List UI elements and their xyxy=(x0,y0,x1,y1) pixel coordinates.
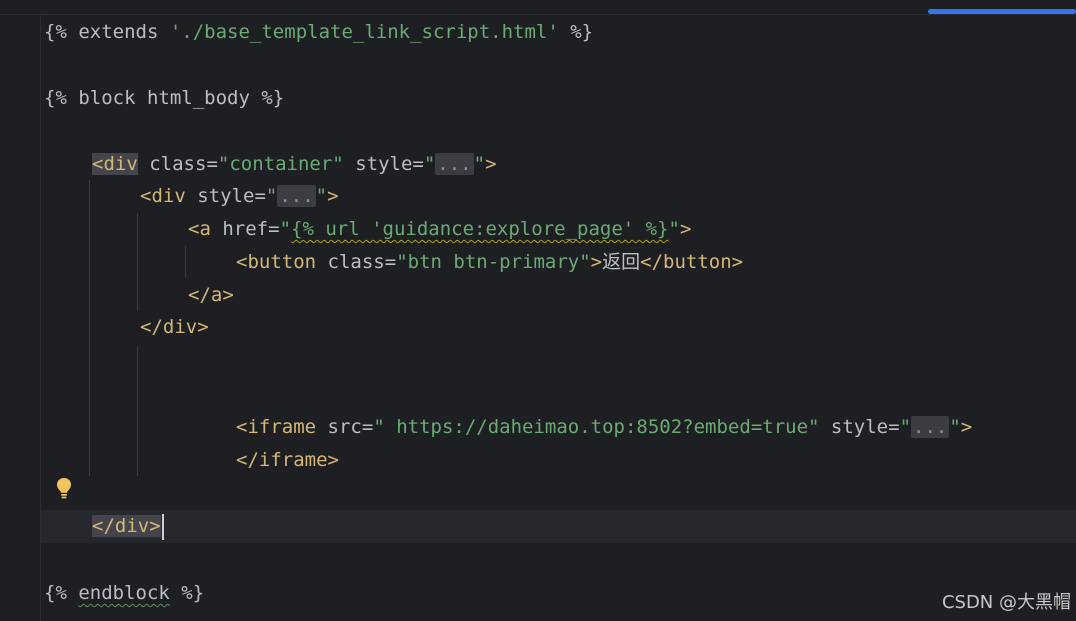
lightbulb-icon[interactable] xyxy=(55,476,73,502)
equals: = xyxy=(254,185,266,207)
attr-name: style xyxy=(830,416,889,438)
attr-name: style xyxy=(197,185,255,207)
current-line-highlight xyxy=(41,510,1076,543)
template-url-expression: {% url 'guidance:explore_page' %} xyxy=(291,218,669,240)
watermark: CSDN @大黑帽 xyxy=(941,592,1071,613)
template-tag-open: {% xyxy=(44,582,79,604)
tag-bracket: < xyxy=(140,185,152,207)
tag-bracket: < xyxy=(92,153,104,175)
attr-name: src xyxy=(327,416,362,438)
folded-region[interactable]: ... xyxy=(911,416,950,438)
tag-bracket: < xyxy=(188,218,200,240)
attr-name: class xyxy=(149,153,207,175)
attr-value: "container" xyxy=(217,153,344,175)
tag-name: div xyxy=(103,153,138,175)
code-line-10[interactable]: </div> xyxy=(140,311,209,344)
code-line-8[interactable]: <button class="btn btn-primary">返回</butt… xyxy=(236,246,743,279)
tag-bracket: < xyxy=(236,251,248,273)
indent-guide xyxy=(137,213,138,311)
tag-close: </div> xyxy=(140,316,209,338)
quote: " xyxy=(265,185,278,207)
indent-guide xyxy=(89,180,90,476)
quote: " xyxy=(899,416,912,438)
tag-bracket: > xyxy=(960,416,973,438)
tag-bracket: > xyxy=(485,153,497,175)
template-tag-open: {% xyxy=(44,21,79,43)
equals: = xyxy=(361,416,374,438)
tag-name: div xyxy=(151,185,186,207)
indent-guide xyxy=(185,246,186,278)
code-line-14[interactable]: </iframe> xyxy=(236,444,339,477)
template-tag-close: %} xyxy=(558,21,594,43)
tag-name: a xyxy=(199,218,211,240)
equals: = xyxy=(384,251,397,273)
template-tag-close: %} xyxy=(169,582,205,604)
code-line-13[interactable]: <iframe src=" https://daheimao.top:8502?… xyxy=(236,411,972,444)
attr-value: "btn btn-primary" xyxy=(396,251,591,273)
quote: " xyxy=(668,218,680,240)
button-text: 返回 xyxy=(602,251,641,273)
tag-bracket: > xyxy=(679,218,692,240)
quote: " xyxy=(423,153,436,175)
tag-bracket: > xyxy=(590,251,603,273)
quote: " xyxy=(279,218,292,240)
tag-open: <div xyxy=(92,153,138,175)
template-keyword: extends xyxy=(78,21,159,43)
equals: = xyxy=(412,153,424,175)
tag-name: iframe xyxy=(247,416,317,438)
code-line-6[interactable]: <div style="... "> xyxy=(140,180,339,213)
tag-name: button xyxy=(247,251,317,273)
template-block: {% block html_body %} xyxy=(44,87,285,109)
tag-close: </a> xyxy=(188,284,234,306)
equals: = xyxy=(206,153,218,175)
indent-guide xyxy=(137,346,138,476)
quote: " xyxy=(473,153,486,175)
code-line-18[interactable]: {% endblock %} xyxy=(44,577,204,610)
equals: = xyxy=(888,416,900,438)
template-string: './base_template_link_script.html' xyxy=(169,21,559,43)
editor-top-border xyxy=(0,14,1076,15)
tag-close: </button> xyxy=(640,251,744,273)
horizontal-scroll-indicator[interactable] xyxy=(928,9,1076,14)
code-line-7[interactable]: <a href="{% url 'guidance:explore_page' … xyxy=(188,213,691,246)
attr-value: " https://daheimao.top:8502?embed=true" xyxy=(373,416,820,438)
text-caret xyxy=(161,513,164,540)
code-line-9[interactable]: </a> xyxy=(188,279,234,312)
code-line-5[interactable]: <div class="container" style="... "> xyxy=(92,148,497,181)
template-keyword: endblock xyxy=(78,582,170,604)
equals: = xyxy=(268,218,280,240)
code-line-16[interactable]: </div> xyxy=(92,510,164,543)
folded-region[interactable]: ... xyxy=(435,153,474,175)
tag-close: </iframe> xyxy=(236,449,339,471)
attr-name: href xyxy=(222,218,269,240)
folded-region[interactable]: ... xyxy=(277,185,316,207)
quote: " xyxy=(949,416,961,438)
quote: " xyxy=(315,185,328,207)
tag-bracket: > xyxy=(327,185,339,207)
tag-close: </div> xyxy=(92,515,161,537)
attr-name: style xyxy=(355,153,413,175)
code-line-3[interactable]: {% block html_body %} xyxy=(44,82,284,115)
tag-bracket: < xyxy=(236,416,248,438)
code-line-1[interactable]: {% extends './base_template_link_script.… xyxy=(44,16,593,49)
code-editor[interactable]: {% extends './base_template_link_script.… xyxy=(0,0,1076,621)
attr-name: class xyxy=(327,251,385,273)
